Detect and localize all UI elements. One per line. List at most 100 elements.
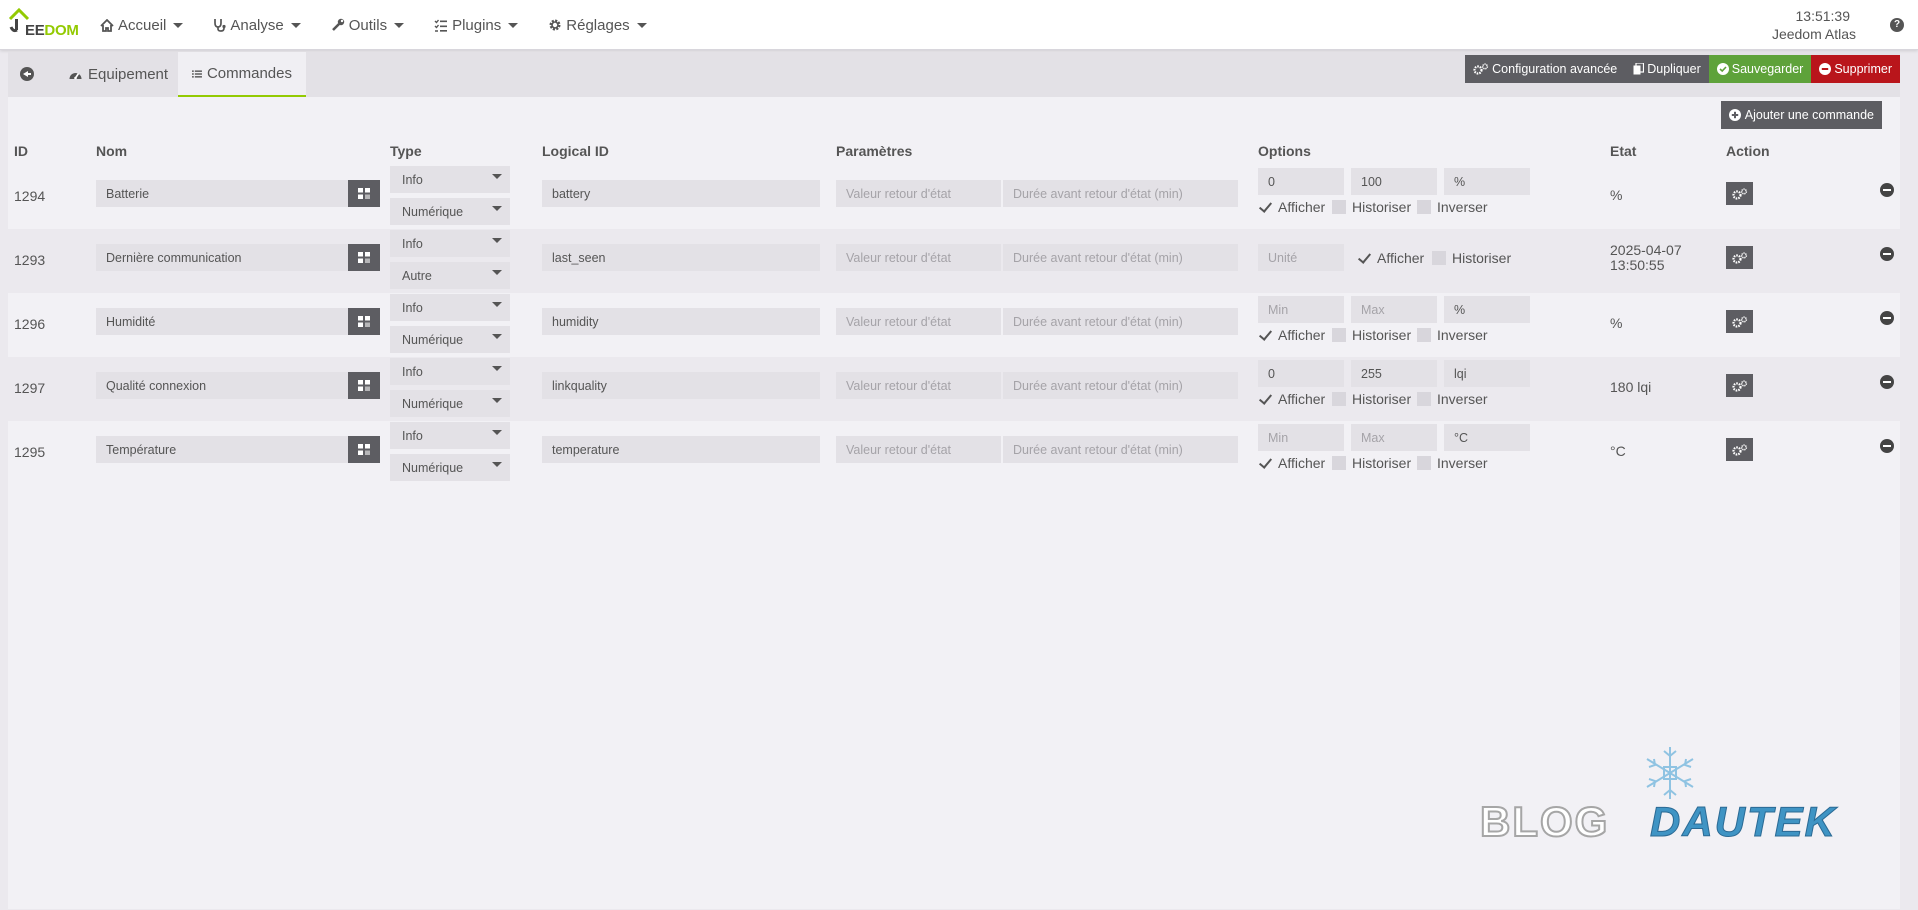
inverser-checkbox[interactable]: Inverser: [1417, 391, 1488, 407]
type-select[interactable]: Info: [390, 294, 510, 321]
inverser-label: Inverser: [1437, 391, 1488, 407]
cmd-name-input[interactable]: Température: [96, 436, 348, 463]
inverser-label: Inverser: [1437, 455, 1488, 471]
save-label: Sauvegarder: [1731, 62, 1804, 76]
afficher-checkbox[interactable]: Afficher: [1258, 455, 1325, 471]
historiser-checkbox[interactable]: Historiser: [1332, 391, 1411, 407]
tab-equipement[interactable]: Equipement: [54, 52, 182, 97]
unit-input[interactable]: °C: [1444, 424, 1530, 451]
delete-button[interactable]: Supprimer: [1811, 55, 1900, 83]
historiser-label: Historiser: [1352, 391, 1412, 407]
subtype-select[interactable]: Autre: [390, 262, 510, 289]
cmd-icon-button[interactable]: [348, 180, 380, 207]
logical-id-input[interactable]: last_seen: [542, 244, 820, 271]
min-input[interactable]: Min: [1258, 296, 1344, 323]
return-delay-input[interactable]: Durée avant retour d'état (min): [1003, 436, 1238, 463]
state-value: 180 lqi: [1610, 379, 1652, 395]
afficher-checkbox[interactable]: Afficher: [1258, 391, 1325, 407]
cmd-config-button[interactable]: [1726, 374, 1753, 397]
max-input[interactable]: 255: [1351, 360, 1437, 387]
back-arrow-icon[interactable]: [20, 67, 34, 81]
remove-command-icon[interactable]: [1880, 311, 1894, 325]
inverser-checkbox[interactable]: Inverser: [1417, 327, 1488, 343]
cmd-icon-button[interactable]: [348, 372, 380, 399]
cmd-config-button[interactable]: [1726, 438, 1753, 461]
unit-input[interactable]: lqi: [1444, 360, 1530, 387]
cmd-icon-button[interactable]: [348, 244, 380, 271]
cmd-icon-button[interactable]: [348, 436, 380, 463]
type-select[interactable]: Info: [390, 358, 510, 385]
cmd-name-input[interactable]: Humidité: [96, 308, 348, 335]
save-button[interactable]: Sauvegarder: [1708, 55, 1812, 83]
unit-input[interactable]: Unité: [1258, 244, 1344, 271]
advanced-config-label: Configuration avancée: [1492, 62, 1618, 76]
return-delay-input[interactable]: Durée avant retour d'état (min): [1003, 308, 1238, 335]
menu-accueil[interactable]: Accueil: [100, 17, 184, 34]
inverser-checkbox[interactable]: Inverser: [1417, 455, 1488, 471]
return-value-input[interactable]: Valeur retour d'état: [836, 244, 1001, 271]
afficher-checkbox[interactable]: Afficher: [1258, 199, 1325, 215]
cogs-icon: [1731, 443, 1747, 456]
cmd-name-input[interactable]: Batterie: [96, 180, 348, 207]
cmd-config-button[interactable]: [1726, 246, 1753, 269]
afficher-checkbox[interactable]: Afficher: [1258, 327, 1325, 343]
historiser-checkbox[interactable]: Historiser: [1332, 199, 1411, 215]
logical-id-input[interactable]: humidity: [542, 308, 820, 335]
logical-id-input[interactable]: linkquality: [542, 372, 820, 399]
afficher-checkbox[interactable]: Afficher: [1357, 250, 1424, 266]
cmd-config-button[interactable]: [1726, 310, 1753, 333]
return-value-input[interactable]: Valeur retour d'état: [836, 308, 1001, 335]
type-select[interactable]: Info: [390, 422, 510, 449]
return-value-input[interactable]: Valeur retour d'état: [836, 436, 1001, 463]
cmd-name-input[interactable]: Dernière communication: [96, 244, 348, 271]
type-select[interactable]: Info: [390, 230, 510, 257]
cmd-icon-button[interactable]: [348, 308, 380, 335]
logical-id-input[interactable]: battery: [542, 180, 820, 207]
remove-command-icon[interactable]: [1880, 439, 1894, 453]
historiser-checkbox[interactable]: Historiser: [1332, 327, 1411, 343]
add-command-button[interactable]: Ajouter une commande: [1720, 101, 1882, 129]
cmd-config-button[interactable]: [1726, 182, 1753, 205]
menu-outils[interactable]: Outils: [331, 17, 405, 34]
type-select[interactable]: Info: [390, 166, 510, 193]
remove-command-icon[interactable]: [1880, 183, 1894, 197]
max-input[interactable]: Max: [1351, 296, 1437, 323]
state-value: %: [1610, 187, 1623, 203]
subtype-select[interactable]: Numérique: [390, 390, 510, 417]
menu-reglages[interactable]: Réglages: [548, 17, 647, 34]
min-input[interactable]: 0: [1258, 360, 1344, 387]
logical-id-input[interactable]: temperature: [542, 436, 820, 463]
unit-input[interactable]: %: [1444, 168, 1530, 195]
menu-plugins[interactable]: Plugins: [434, 17, 519, 34]
return-value-input[interactable]: Valeur retour d'état: [836, 180, 1001, 207]
header-type: Type: [390, 143, 422, 159]
help-icon[interactable]: ?: [1890, 18, 1904, 32]
inverser-checkbox[interactable]: Inverser: [1417, 199, 1488, 215]
return-delay-input[interactable]: Durée avant retour d'état (min): [1003, 372, 1238, 399]
unit-input[interactable]: %: [1444, 296, 1530, 323]
historiser-label: Historiser: [1352, 199, 1412, 215]
advanced-config-button[interactable]: Configuration avancée: [1465, 55, 1626, 83]
tab-commandes[interactable]: Commandes: [178, 52, 306, 97]
return-delay-input[interactable]: Durée avant retour d'état (min): [1003, 244, 1238, 271]
duplicate-button[interactable]: Dupliquer: [1625, 55, 1709, 83]
cmd-id: 1295: [14, 444, 46, 460]
duplicate-label: Dupliquer: [1647, 62, 1701, 76]
max-input[interactable]: Max: [1351, 424, 1437, 451]
chevron-down-icon: [492, 366, 502, 371]
menu-analyse[interactable]: Analyse: [213, 17, 301, 34]
return-delay-input[interactable]: Durée avant retour d'état (min): [1003, 180, 1238, 207]
jeedom-logo[interactable]: EEDOM: [8, 7, 80, 39]
cmd-name-input[interactable]: Qualité connexion: [96, 372, 348, 399]
min-input[interactable]: Min: [1258, 424, 1344, 451]
historiser-checkbox[interactable]: Historiser: [1332, 455, 1411, 471]
historiser-checkbox[interactable]: Historiser: [1432, 250, 1511, 266]
subtype-select[interactable]: Numérique: [390, 326, 510, 353]
min-input[interactable]: 0: [1258, 168, 1344, 195]
return-value-input[interactable]: Valeur retour d'état: [836, 372, 1001, 399]
subtype-select[interactable]: Numérique: [390, 454, 510, 481]
subtype-select[interactable]: Numérique: [390, 198, 510, 225]
max-input[interactable]: 100: [1351, 168, 1437, 195]
remove-command-icon[interactable]: [1880, 247, 1894, 261]
remove-command-icon[interactable]: [1880, 375, 1894, 389]
